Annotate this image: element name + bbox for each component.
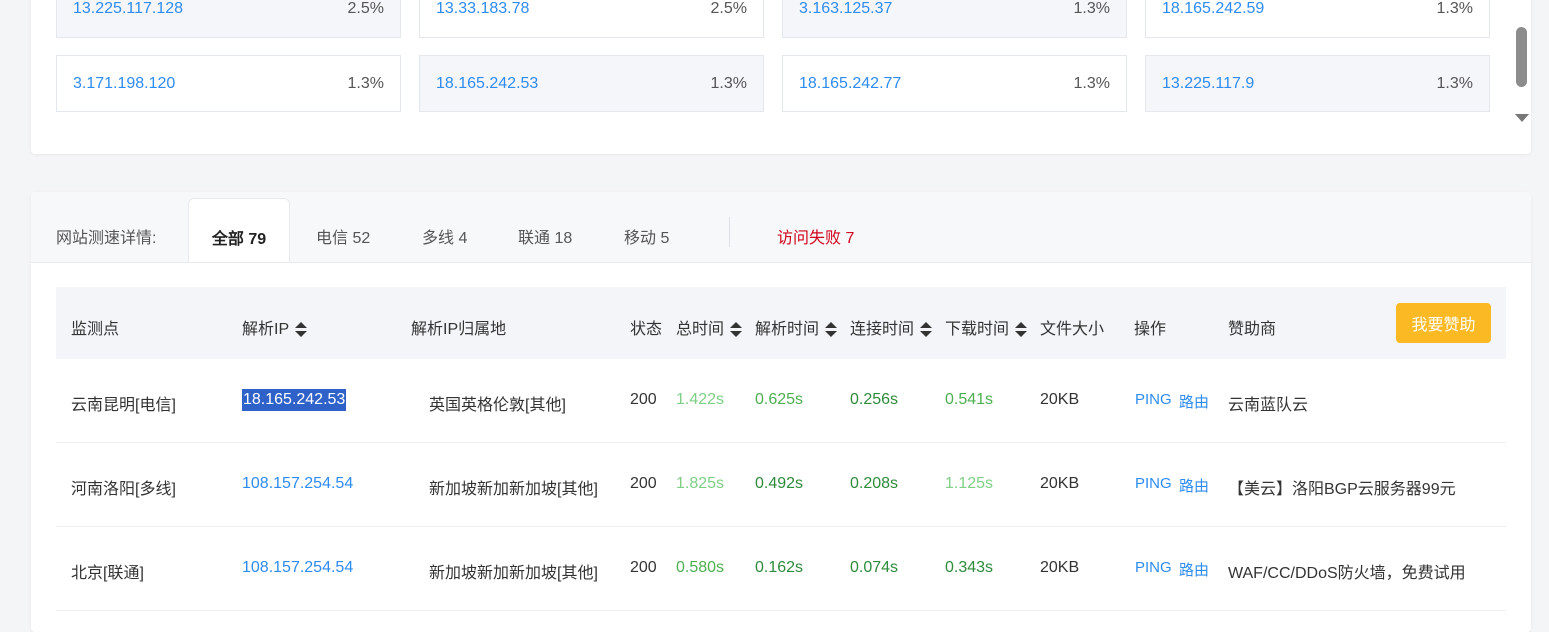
ip-percentage: 1.3% [710,74,747,92]
ip-percentage: 2.5% [347,0,384,17]
header-location: 解析IP归属地 [411,321,507,338]
ip-percentage: 1.3% [1073,0,1110,17]
ip-percentage: 1.3% [1073,74,1110,92]
ip-link[interactable]: 13.33.183.78 [436,0,529,18]
speed-detail-card: 网站测速详情: 全部 79 电信 52 多线 4 联通 18 移动 5 访问失败… [31,192,1531,632]
table-header: 监测点 解析IP 解析IP归属地 状态 总时间 解析时间 连接时间 下载时间 文… [56,287,1506,359]
node-name: 北京[联通] [71,565,144,582]
tab-divider [729,217,730,247]
table-row: 北京[联通] 108.157.254.54 新加坡新加新加坡[其他] 200 0… [56,527,1506,611]
scroll-down-arrow-icon[interactable] [1515,114,1529,122]
ping-link[interactable]: PING [1135,559,1172,576]
sort-icon[interactable] [295,321,308,338]
connect-time: 0.256s [850,391,899,408]
tab-bar-title: 网站测速详情: [56,230,157,247]
file-size: 20KB [1040,559,1080,576]
ip-cell: 13.225.117.128 2.5% [56,0,401,38]
header-sponsor: 赞助商 [1228,321,1277,338]
sponsor-name[interactable]: 【美云】洛阳BGP云服务器99元 [1228,475,1456,499]
ip-link[interactable]: 3.171.198.120 [73,75,175,93]
total-time: 0.580s [676,559,725,576]
ip-cell: 18.165.242.59 1.3% [1145,0,1490,38]
ip-cell: 3.163.125.37 1.3% [782,0,1127,38]
sort-icon[interactable] [825,321,838,338]
header-download[interactable]: 下载时间 [945,315,1028,339]
file-size: 20KB [1040,391,1080,408]
ip-location: 新加坡新加新加坡[其他] [429,565,598,582]
header-resolve[interactable]: 解析时间 [755,315,838,339]
sort-icon[interactable] [920,321,933,338]
download-time: 0.343s [945,559,994,576]
resolved-ip[interactable]: 108.157.254.54 [242,559,353,577]
table-row: 云南昆明[电信] 18.165.242.53 英国英格伦敦[其他] 200 1.… [56,359,1506,443]
header-download-label: 下载时间 [945,321,1010,338]
header-total[interactable]: 总时间 [676,315,743,339]
tab-unicom[interactable]: 联通 18 [518,224,572,248]
ip-cell: 3.171.198.120 1.3% [56,55,401,112]
total-time: 1.825s [676,475,725,492]
sort-icon[interactable] [1015,321,1028,338]
sponsor-name[interactable]: 云南蓝队云 [1228,391,1308,415]
total-time: 1.422s [676,391,725,408]
ip-link[interactable]: 18.165.242.59 [1162,0,1264,18]
header-total-label: 总时间 [676,321,725,338]
status-code: 200 [630,559,657,576]
route-link[interactable]: 路由 [1179,559,1209,580]
ip-percentage: 2.5% [710,0,747,17]
ip-cell: 18.165.242.77 1.3% [782,55,1127,112]
ip-link[interactable]: 13.225.117.9 [1162,75,1254,93]
ip-link[interactable]: 18.165.242.77 [799,75,901,93]
ip-percentage: 1.3% [1436,74,1473,92]
connect-time: 0.208s [850,475,899,492]
ip-link[interactable]: 3.163.125.37 [799,0,892,18]
ping-link[interactable]: PING [1135,391,1172,408]
ip-link[interactable]: 13.225.117.128 [73,0,183,18]
tab-all[interactable]: 全部 79 [188,198,290,262]
route-link[interactable]: 路由 [1179,475,1209,496]
become-sponsor-button[interactable]: 我要赞助 [1396,303,1491,343]
header-connect[interactable]: 连接时间 [850,315,933,339]
connect-time: 0.074s [850,559,899,576]
header-ip-label: 解析IP [242,321,290,338]
header-size: 文件大小 [1040,321,1105,338]
download-time: 1.125s [945,475,994,492]
resolved-ip[interactable]: 18.165.242.53 [242,389,347,411]
status-code: 200 [630,391,657,408]
resolved-ip[interactable]: 108.157.254.54 [242,475,353,493]
ip-location: 英国英格伦敦[其他] [429,397,566,414]
header-ip[interactable]: 解析IP [242,315,308,339]
header-action: 操作 [1134,321,1167,338]
status-code: 200 [630,475,657,492]
ip-cell: 13.225.117.9 1.3% [1145,55,1490,112]
node-name: 河南洛阳[多线] [71,481,176,498]
resolve-time: 0.492s [755,475,804,492]
header-status: 状态 [630,321,663,338]
tab-failed[interactable]: 访问失败 7 [777,224,854,248]
table-row: 河南洛阳[多线] 108.157.254.54 新加坡新加新加坡[其他] 200… [56,443,1506,527]
sponsor-name[interactable]: WAF/CC/DDoS防火墙，免费试用 [1228,559,1466,583]
ping-link[interactable]: PING [1135,475,1172,492]
ip-distribution-card: 13.225.117.128 2.5% 13.33.183.78 2.5% 3.… [31,0,1531,154]
route-link[interactable]: 路由 [1179,391,1209,412]
sort-icon[interactable] [730,321,743,338]
tab-bar: 网站测速详情: 全部 79 电信 52 多线 4 联通 18 移动 5 访问失败… [31,192,1531,263]
resolve-time: 0.625s [755,391,804,408]
tab-multiline[interactable]: 多线 4 [422,224,467,248]
ip-percentage: 1.3% [347,74,384,92]
ip-cell: 18.165.242.53 1.3% [419,55,764,112]
scrollbar-thumb[interactable] [1516,27,1527,87]
ip-cell: 13.33.183.78 2.5% [419,0,764,38]
download-time: 0.541s [945,391,994,408]
file-size: 20KB [1040,475,1080,492]
tab-mobile[interactable]: 移动 5 [624,224,669,248]
node-name: 云南昆明[电信] [71,397,176,414]
ip-percentage: 1.3% [1436,0,1473,17]
header-resolve-label: 解析时间 [755,321,820,338]
header-node: 监测点 [71,321,120,338]
header-connect-label: 连接时间 [850,321,915,338]
tab-telecom[interactable]: 电信 52 [316,224,370,248]
ip-link[interactable]: 18.165.242.53 [436,75,538,93]
ip-location: 新加坡新加新加坡[其他] [429,481,598,498]
resolve-time: 0.162s [755,559,804,576]
